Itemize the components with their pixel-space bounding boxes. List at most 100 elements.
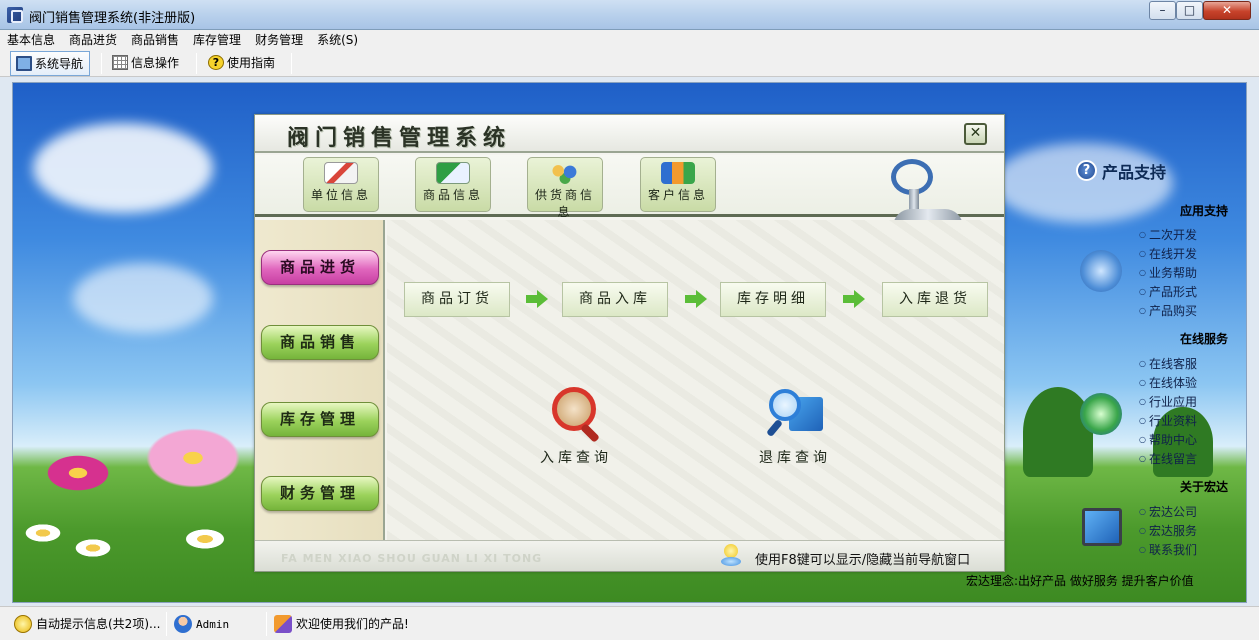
return-goods-button[interactable]: 入库退货: [882, 282, 988, 317]
link-business-help[interactable]: 业务帮助: [1139, 264, 1197, 281]
link-company[interactable]: 宏达公司: [1139, 503, 1197, 520]
menu-inventory[interactable]: 库存管理: [186, 30, 248, 50]
lightbulb-icon: [14, 615, 32, 633]
maximize-button[interactable]: □: [1176, 1, 1203, 20]
navigator-content: 商品订货 商品入库 库存明细 入库退货 入库查询 退库查询: [387, 220, 1004, 540]
unit-info-button[interactable]: 单位信息: [303, 157, 379, 212]
help-icon: ?: [208, 55, 224, 70]
goods-info-label: 商品信息: [422, 188, 483, 202]
navigator-window: 阀门销售管理系统 单位信息 商品信息 供货商信息 客户信息 ✕ 商品进货 商品销…: [254, 114, 1005, 572]
link-contact[interactable]: 联系我们: [1139, 541, 1197, 558]
white-flower: [183, 528, 227, 550]
footer-pinyin: FA MEN XIAO SHOU GUAN LI XI TONG: [281, 552, 543, 565]
menu-system[interactable]: 系统(S): [310, 30, 365, 50]
link-product-form[interactable]: 产品形式: [1139, 283, 1197, 300]
info-operation-button[interactable]: 信息操作: [107, 51, 185, 76]
menu-sales[interactable]: 商品销售: [124, 30, 186, 50]
monitor-icon: [16, 56, 32, 71]
link-industry-app[interactable]: 行业应用: [1139, 393, 1197, 410]
menu-purchase[interactable]: 商品进货: [62, 30, 124, 50]
tree: [1023, 387, 1093, 477]
inbound-query-label: 入库查询: [540, 450, 612, 466]
toolbar-separator: [101, 53, 102, 74]
cloud: [73, 263, 213, 333]
arrow-icon: [1080, 250, 1122, 292]
side-sales-button[interactable]: 商品销售: [261, 325, 379, 360]
status-hint[interactable]: 自动提示信息(共2项)...: [12, 615, 160, 633]
link-service[interactable]: 宏达服务: [1139, 522, 1197, 539]
navigator-title: 阀门销售管理系统: [287, 126, 512, 151]
link-online-trial[interactable]: 在线体验: [1139, 374, 1197, 391]
status-user-text: Admin: [196, 618, 230, 631]
box-icon: [274, 615, 292, 633]
book-icon: [324, 162, 358, 184]
navigator-sidebar: 商品进货 商品销售 库存管理 财务管理: [255, 220, 385, 540]
system-nav-button[interactable]: 系统导航: [10, 51, 91, 76]
link-help-center[interactable]: 帮助中心: [1139, 431, 1197, 448]
goods-icon: [436, 162, 470, 184]
toolbar-separator: [291, 53, 292, 74]
cloud: [33, 123, 213, 213]
inbound-query-button[interactable]: 入库查询: [531, 385, 621, 467]
question-icon: ?: [1076, 160, 1097, 181]
user-icon: [174, 615, 192, 633]
cloud: [993, 143, 1173, 223]
support-header: ? 产品支持: [1076, 159, 1166, 183]
customer-info-button[interactable]: 客户信息: [640, 157, 716, 212]
order-goods-button[interactable]: 商品订货: [404, 282, 510, 317]
navigator-footer: FA MEN XIAO SHOU GUAN LI XI TONG 使用F8键可以…: [255, 540, 1004, 571]
navigator-toolbar: 单位信息 商品信息 供货商信息 客户信息: [255, 155, 1004, 249]
computer-icon: [1082, 508, 1122, 546]
app-icon: [7, 7, 23, 23]
pink-flower: [138, 423, 248, 493]
return-query-label: 退库查询: [759, 450, 831, 466]
goods-inbound-button[interactable]: 商品入库: [562, 282, 668, 317]
customer-info-label: 客户信息: [647, 188, 708, 202]
title-bar: 阀门销售管理系统(非注册版) – □ ✕: [0, 0, 1259, 30]
company-slogan: 宏达理念:出好产品 做好服务 提升客户价值: [966, 574, 1194, 588]
arrow-right-icon: [843, 290, 865, 308]
navigator-close-button[interactable]: ✕: [964, 123, 987, 145]
link-industry-info[interactable]: 行业资料: [1139, 412, 1197, 429]
system-nav-label: 系统导航: [35, 57, 84, 71]
side-inventory-button[interactable]: 库存管理: [261, 402, 379, 437]
status-welcome: 欢迎使用我们的产品!: [272, 615, 409, 633]
minimize-button[interactable]: –: [1149, 1, 1176, 20]
supplier-info-label: 供货商信息: [534, 188, 595, 219]
user-guide-label: 使用指南: [227, 56, 276, 70]
side-purchase-button[interactable]: 商品进货: [261, 250, 379, 285]
white-flower: [23, 523, 63, 543]
menu-bar: 基本信息 商品进货 商品销售 库存管理 财务管理 系统(S): [0, 30, 1259, 50]
grid-icon: [112, 55, 128, 70]
supplier-info-button[interactable]: 供货商信息: [527, 157, 603, 219]
navigator-header: 阀门销售管理系统: [255, 115, 1004, 153]
unit-info-label: 单位信息: [310, 188, 371, 202]
menu-finance[interactable]: 财务管理: [248, 30, 310, 50]
status-user: Admin: [172, 615, 229, 634]
lightbulb-icon: [721, 544, 741, 568]
goods-info-button[interactable]: 商品信息: [415, 157, 491, 212]
section-app-support: 应用支持: [1179, 204, 1228, 218]
chart-icon: [661, 162, 695, 184]
status-hint-text: 自动提示信息(共2项)...: [36, 617, 161, 631]
link-online-dev[interactable]: 在线开发: [1139, 245, 1197, 262]
stock-detail-button[interactable]: 库存明细: [720, 282, 826, 317]
info-operation-label: 信息操作: [131, 56, 180, 70]
link-product-purchase[interactable]: 产品购买: [1139, 302, 1197, 319]
toolbar-separator: [196, 53, 197, 74]
link-secondary-dev[interactable]: 二次开发: [1139, 226, 1197, 243]
link-online-support[interactable]: 在线客服: [1139, 355, 1197, 372]
link-online-message[interactable]: 在线留言: [1139, 450, 1197, 467]
status-bar: 自动提示信息(共2项)... Admin 欢迎使用我们的产品!: [0, 606, 1259, 640]
return-query-button[interactable]: 退库查询: [750, 385, 840, 467]
menu-basic-info[interactable]: 基本信息: [0, 30, 62, 50]
side-finance-button[interactable]: 财务管理: [261, 476, 379, 511]
close-button[interactable]: ✕: [1203, 1, 1251, 20]
pink-flower: [43, 453, 113, 493]
user-guide-button[interactable]: ? 使用指南: [203, 51, 281, 76]
status-separator: [266, 612, 267, 636]
white-flower: [73, 538, 113, 558]
status-separator: [166, 612, 167, 636]
globe-icon: [1080, 393, 1122, 435]
magnifier-box-icon: [548, 385, 604, 443]
